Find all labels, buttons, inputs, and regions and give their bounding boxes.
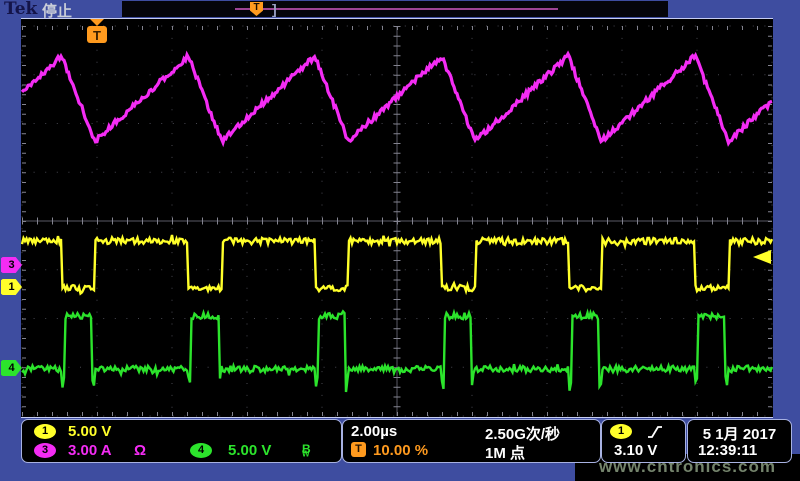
timebase-readout: 2.00µs — [351, 423, 397, 440]
channel-3-position-marker: 3 — [1, 257, 22, 273]
ch3-badge: 3 — [34, 443, 56, 458]
ch1-scale: 5.00 V — [68, 423, 111, 440]
trigger-position-readout: 10.00 % — [373, 442, 428, 459]
trigger-level-arrow — [753, 250, 771, 264]
ch4-scale: 5.00 V — [228, 442, 271, 459]
sample-rate-readout: 2.50G次/秒 — [485, 423, 560, 444]
ch3-coupling-ohm: Ω — [134, 442, 146, 459]
record-trigger-position-icon: T — [250, 2, 263, 16]
ch3-scale: 3.00 A — [68, 442, 112, 459]
trigger-level-readout: 3.10 V — [614, 442, 657, 459]
ch4-badge: 4 — [190, 443, 212, 458]
channel-3-marker-label: 3 — [8, 259, 14, 271]
tek-logo: Tek — [4, 0, 37, 19]
rising-edge-icon — [646, 424, 664, 440]
channel-1-position-marker: 1 — [1, 279, 22, 295]
horizontal-readout-panel: 2.00µs 2.50G次/秒 T 10.00 % 1M 点 — [342, 419, 601, 463]
record-window-bracket: ] — [272, 1, 277, 17]
datetime-panel: 5 1月 2017 12:39:11 — [687, 419, 792, 463]
ch4-bandwidth-icon: BW — [302, 442, 310, 458]
trigger-position-flag-arrow — [90, 19, 104, 26]
record-view-bar: T ] — [122, 1, 668, 17]
channel-4-marker-label: 4 — [8, 362, 14, 374]
trigger-source-badge: 1 — [610, 424, 632, 439]
ch1-badge: 1 — [34, 424, 56, 439]
time-readout: 12:39:11 — [698, 442, 757, 459]
record-waveform-preview — [235, 8, 558, 10]
graticule: T — [21, 18, 773, 418]
trigger-position-flag-label: T — [93, 28, 101, 43]
header-bar: Tek 停止 T ] — [0, 0, 800, 18]
waveform-display: T — [21, 19, 773, 417]
channel-1-marker-label: 1 — [8, 281, 14, 293]
date-readout: 5 1月 2017 — [688, 423, 791, 444]
channels-readout-panel: 1 5.00 V 3 3.00 A Ω 4 5.00 V BW — [21, 419, 342, 463]
oscilloscope-screen: Tek 停止 T ] T 3 1 4 1 5.00 V 3 3.00 A Ω 4… — [0, 0, 800, 481]
channel-4-position-marker: 4 — [1, 360, 22, 376]
record-length-readout: 1M 点 — [485, 442, 525, 463]
trigger-position-icon: T — [351, 442, 366, 457]
trigger-readout-panel: 1 3.10 V — [601, 419, 686, 463]
